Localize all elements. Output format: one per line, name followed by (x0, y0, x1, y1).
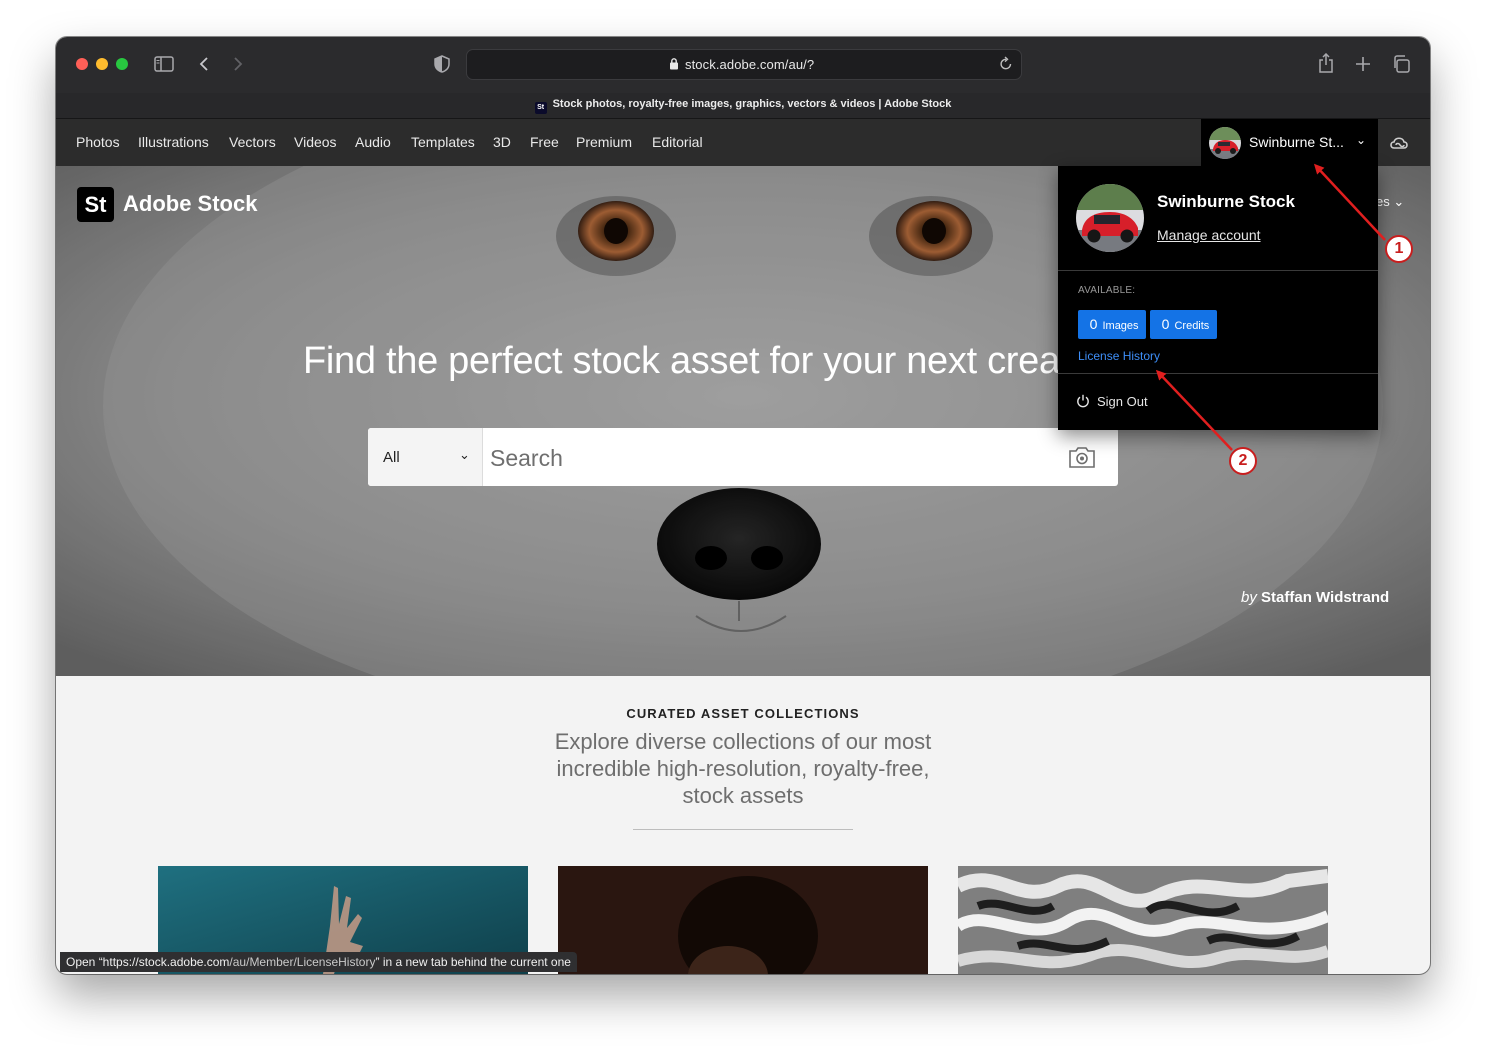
sidebar-icon[interactable] (154, 56, 174, 72)
link-status-bar: Open “https://stock.adobe.com/au/Member/… (60, 952, 577, 972)
photo-credit[interactable]: by Staffan Widstrand (1241, 589, 1389, 606)
credits-badge[interactable]: 0 Credits (1150, 310, 1217, 339)
chevron-down-icon: ⌄ (459, 447, 470, 462)
license-history-link[interactable]: License History (1078, 349, 1160, 363)
logo-mark: St (77, 187, 114, 222)
nav-videos[interactable]: Videos (294, 134, 337, 150)
lock-icon (670, 58, 678, 70)
status-suffix: ” in a new tab behind the current one (375, 955, 571, 969)
images-count: 0 (1089, 316, 1098, 332)
curated-title: CURATED ASSET COLLECTIONS (626, 706, 860, 721)
tabs-overview-icon[interactable] (1392, 55, 1410, 73)
account-full-name: Swinburne Stock (1157, 192, 1295, 211)
reload-icon[interactable] (999, 56, 1013, 71)
images-badge[interactable]: 0 Images (1078, 310, 1146, 339)
minimize-window-button[interactable] (96, 58, 108, 70)
status-prefix: Open “https://stock.adobe.com (66, 955, 230, 969)
sign-out-label: Sign Out (1097, 394, 1148, 409)
shield-icon[interactable] (434, 55, 450, 73)
creative-cloud-icon[interactable] (1388, 132, 1410, 154)
annotation-marker-2: 2 (1229, 447, 1257, 475)
collection-thumbnail (558, 866, 928, 974)
browser-window: stock.adobe.com/au/? St Stock photos, roy… (56, 37, 1430, 974)
credit-prefix: by (1241, 589, 1257, 606)
search-bar: All ⌄ (368, 428, 1118, 486)
zoom-window-button[interactable] (116, 58, 128, 70)
nav-templates[interactable]: Templates (411, 134, 475, 150)
available-label: AVAILABLE: (1078, 285, 1136, 296)
credits-count: 0 (1161, 316, 1170, 332)
tab-favicon: St (534, 102, 547, 114)
account-dropdown: Swinburne Stock Manage account AVAILABLE… (1058, 166, 1378, 430)
share-icon[interactable] (1318, 53, 1334, 73)
search-input[interactable] (488, 436, 1052, 480)
menu-divider (1058, 373, 1378, 374)
logo-text: Adobe Stock (123, 191, 258, 216)
active-tab[interactable]: St Stock photos, royalty-free images, gra… (56, 98, 1430, 114)
tab-title: Stock photos, royalty-free images, graph… (552, 98, 952, 110)
annotation-marker-1: 1 (1385, 235, 1413, 263)
back-icon[interactable] (198, 56, 210, 72)
hidden-nav-text: es (1376, 194, 1390, 209)
site-nav: Photos Illustrations Vectors Videos Audi… (56, 119, 1430, 166)
address-bar[interactable]: stock.adobe.com/au/? (466, 49, 1022, 80)
account-avatar (1076, 184, 1144, 252)
nav-vectors[interactable]: Vectors (229, 134, 276, 150)
nav-illustrations[interactable]: Illustrations (138, 134, 209, 150)
new-tab-icon[interactable] (1355, 56, 1371, 72)
section-divider (633, 829, 853, 830)
avatar (1209, 127, 1241, 159)
tab-strip: St Stock photos, royalty-free images, gra… (56, 93, 1430, 119)
nav-photos[interactable]: Photos (76, 134, 120, 150)
collection-thumbnail (958, 866, 1328, 974)
url-text: stock.adobe.com/au/? (685, 57, 815, 72)
collection-card[interactable] (558, 866, 928, 974)
chevron-down-icon: ⌄ (1356, 133, 1367, 147)
nav-free[interactable]: Free (530, 134, 559, 150)
nav-3d[interactable]: 3D (493, 134, 511, 150)
status-path: /au/Member/LicenseHistory (229, 955, 376, 969)
images-label: Images (1102, 320, 1139, 332)
browser-toolbar: stock.adobe.com/au/? (56, 37, 1430, 93)
menu-divider (1058, 270, 1378, 271)
credits-label: Credits (1174, 320, 1210, 332)
collection-card[interactable] (958, 866, 1328, 974)
search-scope-value: All (383, 449, 400, 466)
search-scope-select[interactable]: All ⌄ (368, 428, 483, 486)
power-icon (1077, 394, 1089, 408)
camera-icon[interactable] (1068, 445, 1096, 469)
nav-editorial[interactable]: Editorial (652, 134, 703, 150)
hero-headline: Find the perfect stock asset for your ne… (303, 340, 1118, 382)
sign-out-button[interactable]: Sign Out (1076, 394, 1148, 409)
curated-description: Explore diverse collections of our most … (554, 729, 932, 808)
nav-audio[interactable]: Audio (355, 134, 391, 150)
nav-premium[interactable]: Premium (576, 134, 632, 150)
credit-name: Staffan Widstrand (1261, 589, 1390, 606)
forward-icon[interactable] (232, 56, 244, 72)
manage-account-link[interactable]: Manage account (1157, 227, 1261, 243)
hidden-nav-fragment[interactable]: es ⌄ (1376, 194, 1404, 210)
account-name: Swinburne St... (1249, 134, 1344, 150)
account-menu-button[interactable]: Swinburne St... ⌄ (1201, 119, 1378, 166)
close-window-button[interactable] (76, 58, 88, 70)
chevron-down-icon: ⌄ (1393, 194, 1405, 209)
